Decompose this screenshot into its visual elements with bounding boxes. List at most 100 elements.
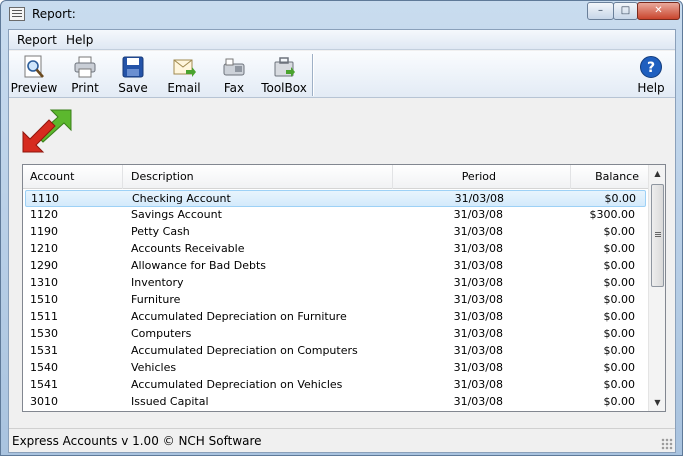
table-row[interactable]: 3010 Issued Capital 31/03/08 $0.00 [25,394,646,411]
scroll-up-arrow-icon[interactable]: ▲ [649,165,666,182]
cell-period: 31/03/08 [453,310,503,323]
accounts-list[interactable]: Account Description Period Balance 1110 C… [22,164,666,412]
list-header: Account Description Period Balance [23,165,648,189]
cell-account: 1310 [30,276,58,289]
print-label: Print [71,81,99,95]
table-row[interactable]: 1110 Checking Account 31/03/08 $0.00 [25,190,646,207]
cell-period: 31/03/08 [453,344,503,357]
cell-description: Issued Capital [131,395,209,408]
cell-period: 31/03/08 [454,192,504,205]
printer-icon [74,56,96,78]
minimize-button[interactable]: – [587,2,614,20]
menu-report[interactable]: Report [17,33,57,47]
table-row[interactable]: 1310 Inventory 31/03/08 $0.00 [25,275,646,292]
cell-period: 31/03/08 [453,395,503,408]
cell-period: 31/03/08 [453,361,503,374]
scroll-grip-icon [655,232,661,233]
report-arrows-icon [22,109,72,153]
cell-description: Inventory [131,276,184,289]
cell-account: 1190 [30,225,58,238]
cell-balance: $0.00 [604,192,637,205]
email-label: Email [167,81,201,95]
cell-description: Computers [131,327,192,340]
cell-account: 1540 [30,361,58,374]
cell-description: Furniture [131,293,181,306]
table-row[interactable]: 1190 Petty Cash 31/03/08 $0.00 [25,224,646,241]
cell-account: 1290 [30,259,58,272]
cell-description: Allowance for Bad Debts [131,259,267,272]
cell-balance: $0.00 [603,361,636,374]
table-row[interactable]: 1290 Allowance for Bad Debts 31/03/08 $0.00 [25,258,646,275]
cell-description: Savings Account [131,208,222,221]
cell-period: 31/03/08 [453,259,503,272]
report-window: Report: – □ ✕ Report Help Preview Print … [0,0,683,456]
column-balance[interactable]: Balance [571,165,648,189]
cell-balance: $0.00 [603,242,636,255]
menu-help[interactable]: Help [66,33,93,47]
preview-label: Preview [10,81,58,95]
column-account[interactable]: Account [23,165,123,189]
save-button[interactable]: Save [113,52,153,97]
vertical-scrollbar[interactable]: ▲ ▼ [648,165,665,411]
cell-account: 1120 [30,208,58,221]
cell-account: 1541 [30,378,58,391]
fax-button[interactable]: Fax [215,52,253,97]
cell-account: 1110 [31,192,59,205]
cell-account: 1511 [30,310,58,323]
column-period[interactable]: Period [393,165,571,189]
preview-button[interactable]: Preview [9,52,59,97]
preview-icon [24,55,44,78]
toolbox-button[interactable]: ToolBox [259,52,309,97]
cell-balance: $0.00 [603,225,636,238]
svg-text:?: ? [647,60,655,76]
print-button[interactable]: Print [63,52,107,97]
cell-balance: $0.00 [603,310,636,323]
cell-account: 1210 [30,242,58,255]
cell-description: Vehicles [131,361,177,374]
cell-period: 31/03/08 [453,208,503,221]
email-icon [173,59,196,77]
cell-description: Accumulated Depreciation on Vehicles [131,378,343,391]
table-row[interactable]: 1540 Vehicles 31/03/08 $0.00 [25,360,646,377]
window-title: Report: [32,7,76,21]
resize-grip-icon[interactable] [661,438,673,450]
toolbox-label: ToolBox [261,81,307,95]
scroll-down-arrow-icon[interactable]: ▼ [649,394,666,411]
email-button[interactable]: Email [161,52,207,97]
cell-account: 1510 [30,293,58,306]
cell-balance: $0.00 [603,327,636,340]
table-row[interactable]: 1530 Computers 31/03/08 $0.00 [25,326,646,343]
cell-balance: $0.00 [603,344,636,357]
scroll-thumb[interactable] [651,184,664,287]
toolbar-separator [312,54,313,96]
help-label: Help [637,81,665,95]
table-row[interactable]: 1511 Accumulated Depreciation on Furnitur… [25,309,646,326]
menu-bar: Report Help [9,30,675,50]
cell-period: 31/03/08 [453,225,503,238]
title-bar[interactable]: Report: – □ ✕ [1,1,682,28]
column-description[interactable]: Description [123,165,393,189]
help-button[interactable]: ? Help [631,52,671,97]
cell-period: 31/03/08 [453,276,503,289]
table-row[interactable]: 1531 Accumulated Depreciation on Computer… [25,343,646,360]
cell-description: Petty Cash [131,225,190,238]
cell-balance: $0.00 [603,276,636,289]
toolbar: Preview Print Save Email Fax ToolBox ? H… [9,51,675,98]
close-button[interactable]: ✕ [637,2,680,20]
status-text: Express Accounts v 1.00 © NCH Software [12,434,262,448]
table-row[interactable]: 1541 Accumulated Depreciation on Vehicles… [25,377,646,394]
table-row[interactable]: 1510 Furniture 31/03/08 $0.00 [25,292,646,309]
maximize-button[interactable]: □ [613,2,638,20]
cell-balance: $0.00 [603,293,636,306]
cell-description: Accounts Receivable [131,242,245,255]
cell-description: Accumulated Depreciation on Computers [131,344,358,357]
toolbox-icon [274,57,295,77]
cell-description: Accumulated Depreciation on Furniture [131,310,347,323]
report-window-icon [9,7,25,21]
table-row[interactable]: 1210 Accounts Receivable 31/03/08 $0.00 [25,241,646,258]
client-area: Report Help Preview Print Save Email Fax… [8,29,676,453]
table-row[interactable]: 1120 Savings Account 31/03/08 $300.00 [25,207,646,224]
cell-balance: $0.00 [603,395,636,408]
cell-balance: $0.00 [603,378,636,391]
save-label: Save [118,81,148,95]
